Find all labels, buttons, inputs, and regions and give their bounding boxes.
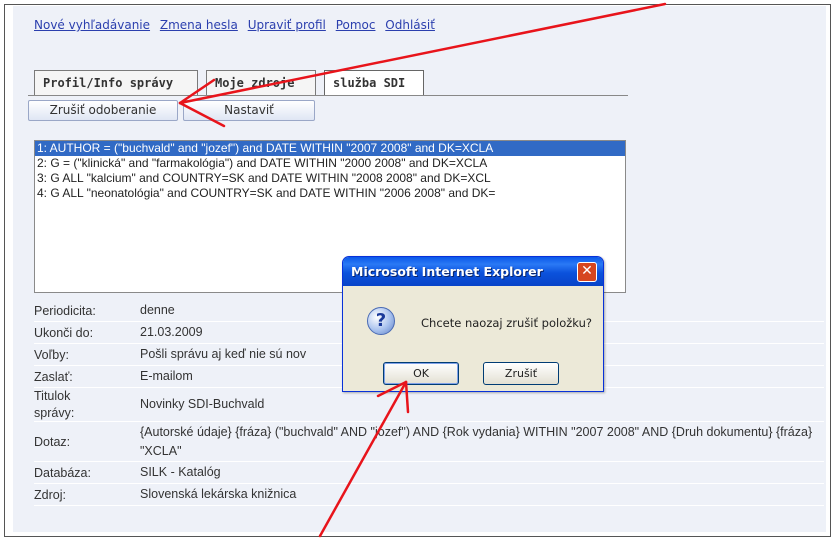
confirm-dialog: Microsoft Internet Explorer ✕ ? Chcete n… [342, 256, 604, 392]
nav-help-link[interactable]: Pomoc [336, 18, 376, 32]
nav-edit-profile-link[interactable]: Upraviť profil [248, 18, 326, 32]
ok-button[interactable]: OK [383, 362, 459, 385]
detail-value: Novinky SDI-Buchvald [140, 397, 265, 412]
detail-label: Voľby: [34, 347, 69, 362]
query-list-item[interactable]: 4: G ALL "neonatológia" and COUNTRY=SK a… [35, 186, 625, 201]
configure-button[interactable]: Nastaviť [183, 100, 315, 121]
detail-value: {Autorské údaje} {fráza} ("buchvald" AND… [140, 425, 813, 458]
query-list-item[interactable]: 2: G = ("klinická" and "farmakológia") a… [35, 156, 625, 171]
detail-row-message-title: Titulok správy: Novinky SDI-Buchvald [34, 388, 824, 422]
detail-value: Slovenská lekárska knižnica [140, 487, 297, 502]
detail-label: Ukonči do: [34, 325, 94, 340]
unsubscribe-button[interactable]: Zrušiť odoberanie [28, 100, 178, 121]
detail-label: Zdroj: [34, 487, 66, 502]
nav-new-search-link[interactable]: Nové vyhľadávanie [34, 18, 150, 32]
question-icon: ? [367, 307, 395, 335]
tab-sdi-service[interactable]: služba SDI [324, 70, 424, 96]
detail-row-query: Dotaz: {Autorské údaje} {fráza} ("buchva… [34, 422, 824, 462]
detail-label: Databáza: [34, 465, 91, 480]
nav-logout-link[interactable]: Odhlásiť [385, 18, 435, 32]
cancel-button[interactable]: Zrušiť [483, 362, 559, 385]
detail-label: Dotaz: [34, 434, 71, 449]
close-icon[interactable]: ✕ [577, 262, 597, 282]
tab-profile-info[interactable]: Profil/Info správy [34, 70, 198, 96]
tab-divider [28, 95, 628, 96]
dialog-message: Chcete naozaj zrušiť položku? [421, 316, 592, 330]
top-navigation: Nové vyhľadávanie Zmena hesla Upraviť pr… [34, 18, 441, 32]
query-list-item[interactable]: 1: AUTHOR = ("buchvald" and "jozef") and… [35, 141, 625, 156]
tab-my-sources[interactable]: Moje zdroje [206, 70, 316, 96]
detail-row-database: Databáza: SILK - Katalóg [34, 462, 824, 484]
detail-value: SILK - Katalóg [140, 465, 221, 480]
detail-label: Zaslať: [34, 369, 73, 384]
dialog-title: Microsoft Internet Explorer [343, 257, 603, 286]
query-list-item[interactable]: 3: G ALL "kalcium" and COUNTRY=SK and DA… [35, 171, 625, 186]
detail-label: Periodicita: [34, 303, 96, 318]
detail-label: Titulok správy: [34, 389, 75, 420]
nav-change-password-link[interactable]: Zmena hesla [160, 18, 238, 32]
detail-row-source: Zdroj: Slovenská lekárska knižnica [34, 484, 824, 506]
